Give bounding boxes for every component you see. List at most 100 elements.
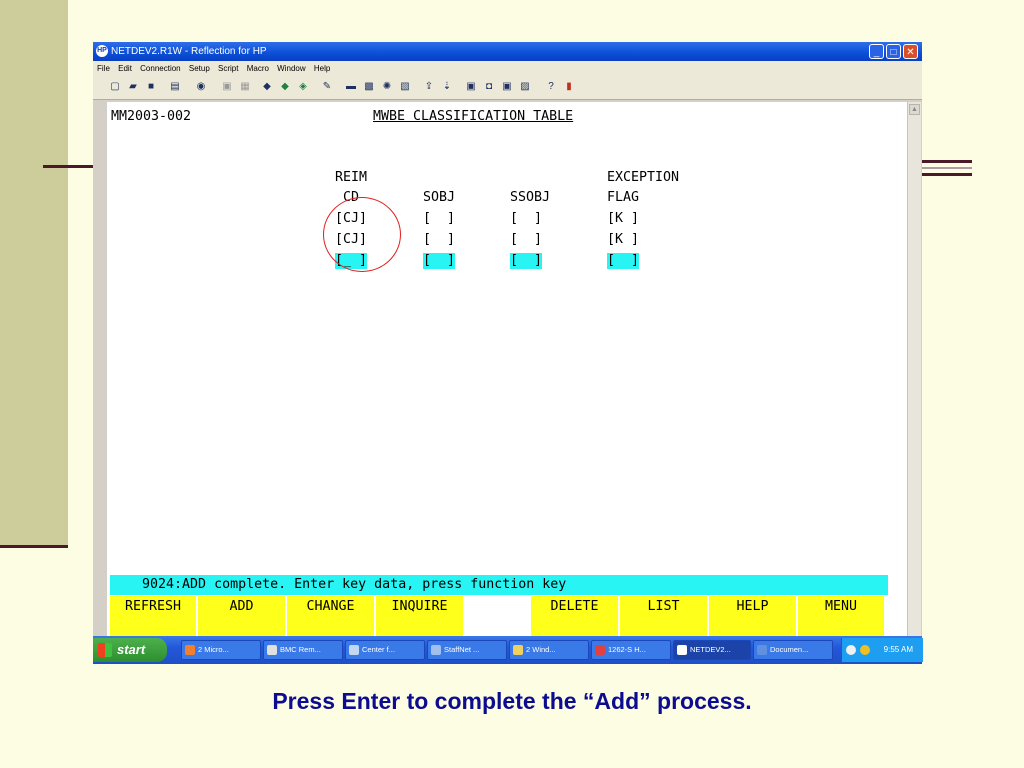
menu-help[interactable]: Help <box>314 64 330 73</box>
tray-mail-icon[interactable] <box>860 645 870 655</box>
slide-rule-right-top <box>922 160 972 163</box>
change-button[interactable]: CHANGE <box>287 596 376 638</box>
task-label: BMC Rem... <box>280 645 321 654</box>
download-icon[interactable]: ⇣ <box>441 81 453 93</box>
find-icon[interactable]: ◉ <box>195 81 207 93</box>
macro-icon[interactable]: ✎ <box>321 81 333 93</box>
task-label: NETDEV2... <box>690 645 731 654</box>
window-title: NETDEV2.R1W - Reflection for HP <box>111 46 267 57</box>
system-tray: 9:55 AM <box>841 638 923 662</box>
taskbar: start 2 Micro... BMC Rem... Center f... … <box>93 636 923 664</box>
screen2-icon[interactable]: ◘ <box>483 81 495 93</box>
scroll-up-icon[interactable]: ▲ <box>909 104 920 115</box>
print-icon[interactable]: ▤ <box>169 81 181 93</box>
app-icon[interactable]: HP <box>96 45 108 57</box>
windows-flag-icon <box>98 643 112 657</box>
maximize-icon[interactable]: □ <box>886 44 901 59</box>
screen-title: MWBE CLASSIFICATION TABLE <box>373 109 574 124</box>
keyboard-icon[interactable]: ▬ <box>345 81 357 93</box>
close-icon[interactable]: ✕ <box>903 44 918 59</box>
taskbar-item-document[interactable]: Documen... <box>753 640 833 660</box>
menu-window[interactable]: Window <box>277 64 305 73</box>
screen-id: MM2003-002 <box>111 109 192 124</box>
menu-edit[interactable]: Edit <box>118 64 132 73</box>
row1-ssobj[interactable]: [ ] <box>510 211 542 227</box>
row1-sobj[interactable]: [ ] <box>423 211 455 227</box>
pdf-icon <box>595 645 605 655</box>
settings-icon[interactable]: ✺ <box>381 81 393 93</box>
add-button[interactable]: ADD <box>198 596 287 638</box>
taskbar-item-bmc[interactable]: BMC Rem... <box>263 640 343 660</box>
taskbar-item-windows[interactable]: 2 Wind... <box>509 640 589 660</box>
screen4-icon[interactable]: ▨ <box>519 81 531 93</box>
minimize-icon[interactable]: _ <box>869 44 884 59</box>
list-button[interactable]: LIST <box>620 596 709 638</box>
screen3-icon[interactable]: ▣ <box>501 81 513 93</box>
toolbar: ▢ ▰ ■ ▤ ◉ ▣ ▦ ◆ ◆ ◈ ✎ ▬ ▩ ✺ ▧ ⇪ ⇣ ▣ ◘ ▣ … <box>93 77 922 100</box>
header-exception: EXCEPTION <box>607 170 680 185</box>
menu-setup[interactable]: Setup <box>189 64 210 73</box>
clock[interactable]: 9:55 AM <box>884 638 913 662</box>
paste-icon[interactable]: ▦ <box>239 81 251 93</box>
task-label: 1262-S H... <box>608 645 646 654</box>
row2-flag[interactable]: [K ] <box>607 232 639 248</box>
bmc-icon <box>267 645 277 655</box>
open-icon[interactable]: ▰ <box>127 81 139 93</box>
save-icon[interactable]: ■ <box>145 81 157 93</box>
display-icon[interactable]: ▩ <box>363 81 375 93</box>
folder-icon <box>513 645 523 655</box>
task-label: 2 Micro... <box>198 645 229 654</box>
taskbar-item-center[interactable]: Center f... <box>345 640 425 660</box>
task-label: 2 Wind... <box>526 645 556 654</box>
header-flag: FLAG <box>607 190 640 205</box>
menu-connection[interactable]: Connection <box>140 64 180 73</box>
slide-side-bar <box>0 0 68 548</box>
input-flag-field[interactable]: [ ] <box>607 253 640 269</box>
title-bar[interactable]: HP NETDEV2.R1W - Reflection for HP _ □ ✕ <box>93 42 922 61</box>
connect-icon[interactable]: ◆ <box>261 81 273 93</box>
task-label: Documen... <box>770 645 809 654</box>
slide-caption: Press Enter to complete the “Add” proces… <box>272 688 752 714</box>
taskbar-item-1262[interactable]: 1262-S H... <box>591 640 671 660</box>
input-ssobj-field[interactable]: [ ] <box>510 253 543 269</box>
header-reim: REIM <box>335 170 368 185</box>
menu-macro[interactable]: Macro <box>247 64 269 73</box>
start-button[interactable]: start <box>93 638 167 662</box>
tray-arrow-icon[interactable] <box>846 645 856 655</box>
row2-sobj[interactable]: [ ] <box>423 232 455 248</box>
row1-flag[interactable]: [K ] <box>607 211 639 227</box>
transfer-icon[interactable]: ◈ <box>297 81 309 93</box>
task-label: Center f... <box>362 645 395 654</box>
taskbar-item-staffnet[interactable]: StaffNet ... <box>427 640 507 660</box>
task-label: StaffNet ... <box>444 645 480 654</box>
vertical-scrollbar[interactable]: ▲ <box>907 102 921 637</box>
taskbar-item-netdev2[interactable]: NETDEV2... <box>673 640 751 660</box>
status-message: 9024:ADD complete. Enter key data, press… <box>110 577 567 592</box>
row2-ssobj[interactable]: [ ] <box>510 232 542 248</box>
slide-rule-right-bottom <box>922 173 972 176</box>
refresh-button[interactable]: REFRESH <box>110 596 198 638</box>
menu-script[interactable]: Script <box>218 64 238 73</box>
slide-rule-bottom <box>0 545 68 548</box>
reflection-window: HP NETDEV2.R1W - Reflection for HP _ □ ✕… <box>93 42 923 664</box>
color-icon[interactable]: ▧ <box>399 81 411 93</box>
blank-function-key[interactable] <box>465 596 531 638</box>
inquire-button[interactable]: INQUIRE <box>376 596 465 638</box>
copy-icon[interactable]: ▣ <box>221 81 233 93</box>
disconnect-icon[interactable]: ◆ <box>279 81 291 93</box>
screen1-icon[interactable]: ▣ <box>465 81 477 93</box>
help-icon[interactable]: ? <box>545 81 557 93</box>
upload-icon[interactable]: ⇪ <box>423 81 435 93</box>
book-icon[interactable]: ▮ <box>563 81 575 93</box>
delete-button[interactable]: DELETE <box>531 596 620 638</box>
input-sobj-field[interactable]: [ ] <box>423 253 456 269</box>
ie-icon <box>431 645 441 655</box>
new-icon[interactable]: ▢ <box>109 81 121 93</box>
menu-button[interactable]: MENU <box>798 596 886 638</box>
terminal-screen[interactable]: MM2003-002 MWBE CLASSIFICATION TABLE REI… <box>107 102 909 638</box>
menu-file[interactable]: File <box>97 64 110 73</box>
help-button[interactable]: HELP <box>709 596 798 638</box>
header-sobj: SOBJ <box>423 190 456 205</box>
slide-rule-right-thin <box>922 167 972 169</box>
taskbar-item-micro[interactable]: 2 Micro... <box>181 640 261 660</box>
